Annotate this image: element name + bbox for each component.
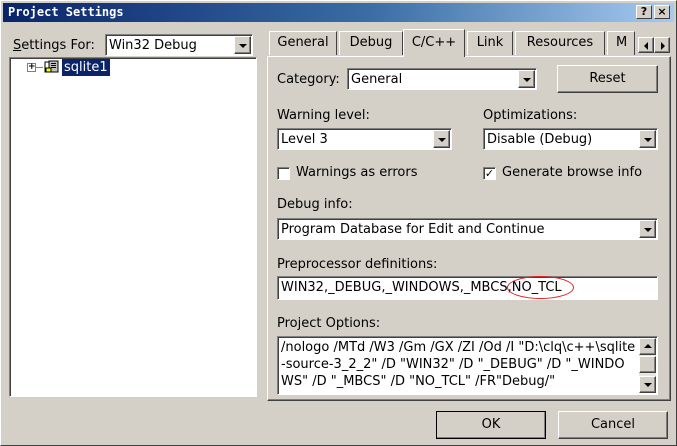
tab-resources[interactable]: Resources — [515, 31, 605, 55]
preprocessor-label: Preprocessor definitions: — [277, 257, 438, 272]
debug-info-label: Debug info: — [277, 197, 353, 212]
project-options-textarea[interactable]: /nologo /MTd /W3 /Gm /GX /ZI /Od /I "D:\… — [277, 336, 658, 395]
category-combobox[interactable]: General — [347, 68, 537, 90]
reset-label: Reset — [589, 71, 626, 86]
preprocessor-highlight: NO_TCL — [506, 276, 574, 299]
settings-for-label: Settings For: — [13, 38, 95, 53]
warnings-as-errors-checkbox[interactable] — [277, 167, 290, 180]
scroll-thumb[interactable] — [639, 356, 656, 373]
warning-level-dropdown-button[interactable] — [433, 130, 450, 148]
tree-expand-icon[interactable]: + — [27, 63, 36, 72]
category-dropdown-button[interactable] — [518, 70, 535, 88]
chevron-down-icon — [523, 78, 531, 82]
ok-label: OK — [481, 417, 501, 432]
category-label: Category: — [277, 72, 340, 87]
scroll-down-button[interactable] — [639, 376, 656, 393]
title-bar[interactable]: Project Settings ? × — [3, 3, 674, 22]
close-icon: × — [657, 5, 667, 18]
tab-debug[interactable]: Debug — [339, 31, 403, 55]
chevron-down-icon — [644, 138, 652, 142]
tab-general[interactable]: General — [269, 31, 337, 55]
tree-connector — [36, 67, 43, 68]
preprocessor-prefix: WIN32,_DEBUG,_WINDOWS,_MBCS, — [281, 280, 512, 295]
tree-item-sqlite1[interactable]: sqlite1 — [62, 59, 110, 76]
project-options-label: Project Options: — [277, 316, 381, 331]
settings-for-value: Win32 Debug — [109, 38, 197, 53]
chevron-right-icon — [661, 42, 665, 50]
chevron-down-icon — [239, 44, 247, 48]
project-icon — [44, 60, 60, 74]
preprocessor-value: WIN32,_DEBUG,_WINDOWS,_MBCS,NO_TCL — [281, 276, 574, 299]
tab-more[interactable]: M — [607, 31, 635, 55]
expand-glyph: + — [28, 62, 36, 72]
project-tree[interactable]: + sqlite1 — [9, 57, 257, 397]
debug-info-combobox[interactable]: Program Database for Edit and Continue — [277, 218, 658, 240]
warning-level-value: Level 3 — [281, 132, 328, 147]
debug-info-dropdown-button[interactable] — [639, 220, 656, 238]
warning-level-label: Warning level: — [277, 108, 370, 123]
cancel-label: Cancel — [590, 417, 636, 432]
close-button[interactable]: × — [654, 5, 670, 19]
scroll-up-button[interactable] — [639, 338, 656, 355]
annotation-circle — [506, 276, 574, 299]
settings-for-combobox[interactable]: Win32 Debug — [105, 34, 253, 56]
optimizations-combobox[interactable]: Disable (Debug) — [483, 128, 658, 150]
checkmark-icon: ✓ — [484, 167, 495, 180]
reset-button[interactable]: Reset — [557, 65, 658, 93]
optimizations-dropdown-button[interactable] — [639, 130, 656, 148]
project-options-value: /nologo /MTd /W3 /Gm /GX /ZI /Od /I "D:\… — [281, 340, 636, 389]
chevron-down-icon — [644, 383, 652, 387]
ok-button[interactable]: OK — [436, 411, 546, 439]
generate-browse-info-label[interactable]: Generate browse info — [502, 165, 642, 180]
help-button[interactable]: ? — [636, 5, 652, 19]
category-value: General — [351, 72, 403, 87]
project-options-scrollbar[interactable] — [639, 338, 656, 393]
chevron-down-icon — [644, 228, 652, 232]
chevron-up-icon — [644, 344, 652, 348]
generate-browse-info-checkbox[interactable]: ✓ — [483, 167, 496, 180]
window-title: Project Settings — [8, 5, 124, 19]
chevron-left-icon — [644, 42, 648, 50]
debug-info-value: Program Database for Edit and Continue — [281, 222, 545, 237]
optimizations-value: Disable (Debug) — [487, 132, 593, 147]
warnings-as-errors-label[interactable]: Warnings as errors — [296, 165, 417, 180]
tab-scroll-right-button[interactable] — [654, 37, 670, 53]
optimizations-label: Optimizations: — [483, 108, 578, 123]
project-settings-dialog: Project Settings ? × Settings For: Win32… — [0, 0, 677, 446]
tab-scroll-left-button[interactable] — [638, 37, 654, 53]
preprocessor-input[interactable]: WIN32,_DEBUG,_WINDOWS,_MBCS,NO_TCL — [277, 276, 658, 300]
settings-for-dropdown-button[interactable] — [234, 36, 251, 54]
chevron-down-icon — [438, 138, 446, 142]
tab-cpp[interactable]: C/C++ — [403, 29, 465, 57]
tab-link[interactable]: Link — [467, 31, 513, 55]
cancel-button[interactable]: Cancel — [558, 411, 668, 439]
warning-level-combobox[interactable]: Level 3 — [277, 128, 452, 150]
